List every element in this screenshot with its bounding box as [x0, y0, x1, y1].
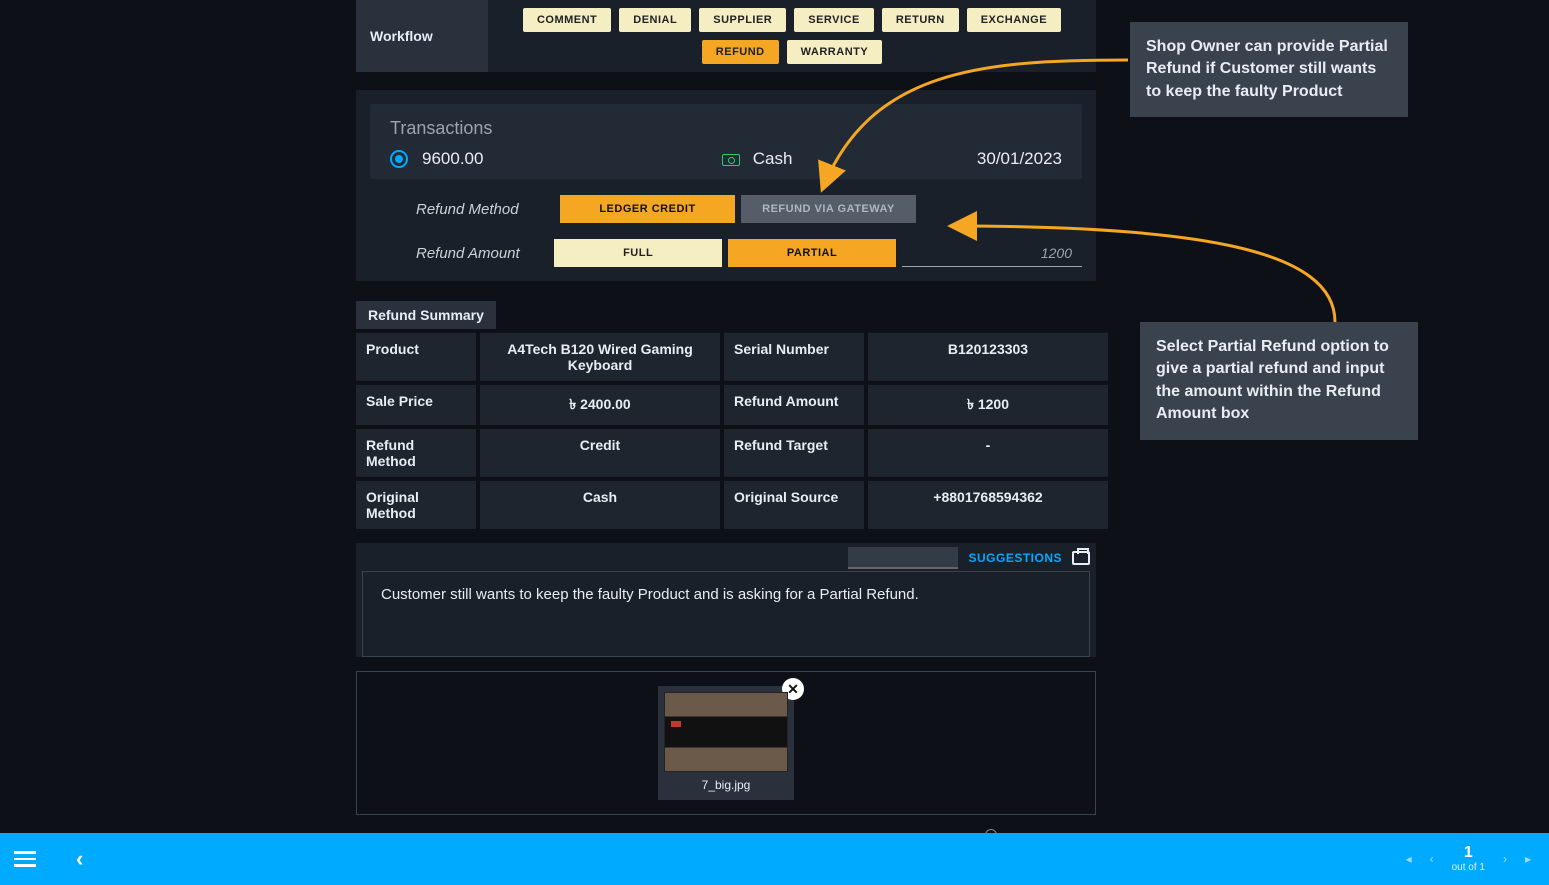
refund-summary-table: ProductA4Tech B120 Wired Gaming Keyboard…: [356, 333, 1096, 529]
cash-icon: [722, 154, 740, 166]
attachment-filename: 7_big.jpg: [664, 778, 788, 792]
callout-bottom: Select Partial Refund option to give a p…: [1140, 322, 1418, 440]
attachment-area: ✕ 7_big.jpg: [356, 671, 1096, 815]
summary-key: Refund Method: [356, 429, 476, 477]
summary-key: Sale Price: [356, 385, 476, 425]
workflow-pill-return[interactable]: RETURN: [882, 8, 959, 32]
summary-key: Refund Amount: [724, 385, 864, 425]
refund-method-label: Refund Method: [370, 201, 560, 218]
workflow-pill-denial[interactable]: DENIAL: [619, 8, 691, 32]
viewer-bottom-bar: ‹ ◂ ‹ 1 out of 1 › ▸: [0, 833, 1549, 885]
transaction-date: 30/01/2023: [977, 149, 1062, 169]
summary-key: Product: [356, 333, 476, 381]
summary-key: Original Method: [356, 481, 476, 529]
next-page-icon[interactable]: ›: [1503, 852, 1507, 866]
workflow-header: Workflow COMMENT DENIAL SUPPLIER SERVICE RET…: [356, 0, 1096, 72]
transaction-method: Cash: [722, 149, 977, 169]
refund-amount-label: Refund Amount: [370, 245, 554, 262]
current-page: 1: [1452, 845, 1485, 861]
suggestions-link[interactable]: SUGGESTIONS: [968, 551, 1062, 565]
workflow-pill-service[interactable]: SERVICE: [794, 8, 874, 32]
summary-value: +8801768594362: [868, 481, 1108, 529]
summary-value: B120123303: [868, 333, 1108, 381]
notes-meta-input[interactable]: [848, 547, 958, 569]
back-icon[interactable]: ‹: [76, 846, 83, 872]
next-page-icon-2[interactable]: ▸: [1525, 852, 1531, 866]
transactions-box: Transactions 9600.00 Cash 30/01/2023: [370, 104, 1082, 179]
transactions-title: Transactions: [390, 118, 1062, 139]
menu-icon[interactable]: [14, 847, 36, 871]
workflow-pill-comment[interactable]: COMMENT: [523, 8, 611, 32]
attachment-thumb[interactable]: ✕ 7_big.jpg: [658, 686, 794, 800]
attachment-image: [664, 692, 788, 772]
transaction-method-text: Cash: [753, 149, 793, 168]
notes-textarea[interactable]: Customer still wants to keep the faulty …: [362, 571, 1090, 657]
ledger-credit-button[interactable]: LEDGER CREDIT: [560, 195, 735, 223]
refund-via-gateway-button[interactable]: REFUND VIA GATEWAY: [741, 195, 916, 223]
summary-key: Refund Target: [724, 429, 864, 477]
page-total: out of 1: [1452, 863, 1485, 873]
summary-value: ৳ 2400.00: [480, 385, 720, 425]
prev-page-icon[interactable]: ◂: [1406, 852, 1412, 866]
page-indicator: 1 out of 1: [1452, 845, 1485, 873]
workflow-label: Workflow: [356, 0, 488, 72]
transaction-radio[interactable]: [390, 150, 408, 168]
workflow-pill-exchange[interactable]: EXCHANGE: [967, 8, 1061, 32]
summary-key: Original Source: [724, 481, 864, 529]
callout-top: Shop Owner can provide Partial Refund if…: [1130, 22, 1408, 117]
workflow-pill-warranty[interactable]: WARRANTY: [787, 40, 883, 64]
print-icon[interactable]: [1072, 551, 1090, 565]
workflow-pill-refund[interactable]: REFUND: [702, 40, 779, 64]
summary-value: A4Tech B120 Wired Gaming Keyboard: [480, 333, 720, 381]
prev-page-icon-2[interactable]: ‹: [1430, 852, 1434, 866]
workflow-pills: COMMENT DENIAL SUPPLIER SERVICE RETURN EXCHAN…: [488, 0, 1096, 72]
transactions-panel: Transactions 9600.00 Cash 30/01/2023 Ref…: [356, 90, 1096, 281]
summary-key: Serial Number: [724, 333, 864, 381]
summary-value: ৳ 1200: [868, 385, 1108, 425]
transaction-amount: 9600.00: [422, 149, 722, 169]
refund-summary-title: Refund Summary: [356, 301, 496, 329]
workflow-pill-supplier[interactable]: SUPPLIER: [699, 8, 786, 32]
summary-value: -: [868, 429, 1108, 477]
refund-amount-input[interactable]: [902, 239, 1082, 267]
full-refund-button[interactable]: FULL: [554, 239, 722, 267]
summary-value: Credit: [480, 429, 720, 477]
notes-section: SUGGESTIONS Customer still wants to keep…: [356, 543, 1096, 657]
partial-refund-button[interactable]: PARTIAL: [728, 239, 896, 267]
summary-value: Cash: [480, 481, 720, 529]
